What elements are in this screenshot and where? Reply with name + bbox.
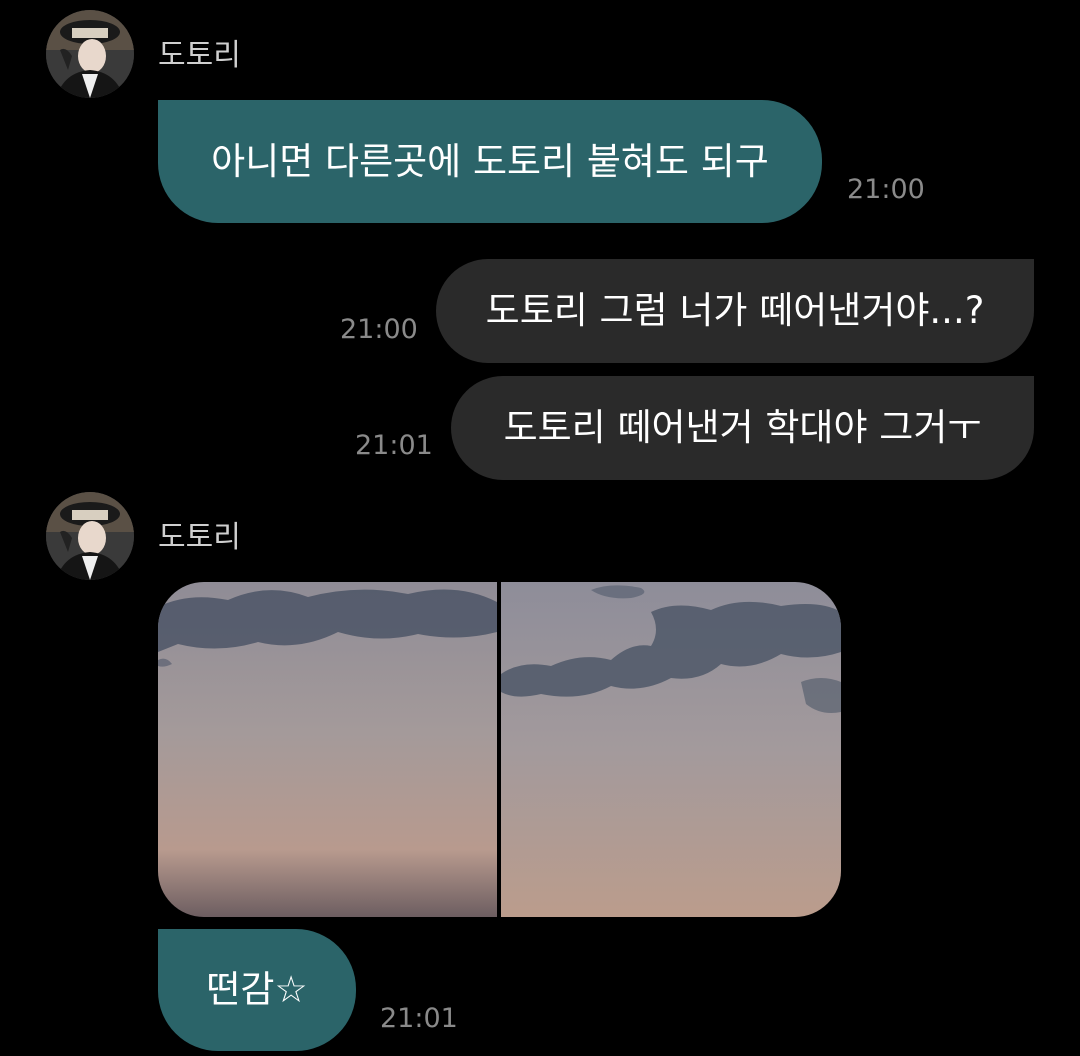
photo-message[interactable] xyxy=(158,582,841,917)
message-timestamp: 21:01 xyxy=(355,430,433,461)
user-avatar-icon xyxy=(46,492,134,580)
message-timestamp: 21:01 xyxy=(380,1003,458,1034)
user-avatar-icon xyxy=(46,10,134,98)
message-bubble-received[interactable]: 아니면 다른곳에 도토리 붙혀도 되구 xyxy=(158,100,822,223)
message-text: 떤감☆ xyxy=(206,968,308,1011)
message-bubble-sent[interactable]: 도토리 떼어낸거 학대야 그거ㅜ xyxy=(451,376,1034,480)
sender-avatar[interactable] xyxy=(46,492,134,580)
sky-photo[interactable] xyxy=(501,582,841,917)
sender-name: 도토리 xyxy=(158,38,241,73)
sender-name: 도토리 xyxy=(158,520,241,555)
sky-photo-image xyxy=(501,582,841,917)
message-bubble-received[interactable]: 떤감☆ xyxy=(158,929,356,1051)
message-text: 도토리 떼어낸거 학대야 그거ㅜ xyxy=(503,406,982,449)
message-bubble-sent[interactable]: 도토리 그럼 너가 떼어낸거야...? xyxy=(436,259,1034,363)
message-timestamp: 21:00 xyxy=(340,314,418,345)
message-text: 도토리 그럼 너가 떼어낸거야...? xyxy=(485,289,985,332)
message-text: 아니면 다른곳에 도토리 붙혀도 되구 xyxy=(211,139,769,183)
sender-avatar[interactable] xyxy=(46,10,134,98)
sky-photo[interactable] xyxy=(158,582,497,917)
message-timestamp: 21:00 xyxy=(847,174,925,205)
sky-photo-image xyxy=(158,582,497,917)
